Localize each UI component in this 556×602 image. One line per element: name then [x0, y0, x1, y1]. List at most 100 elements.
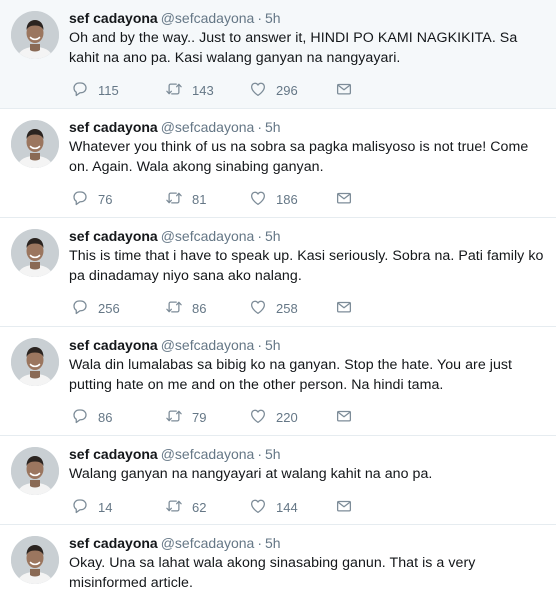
retweet-icon	[165, 407, 183, 428]
user-handle[interactable]: @sefcadayona	[161, 446, 255, 462]
reply-icon	[71, 80, 89, 101]
tweet-actions: 86 79 220	[71, 407, 353, 427]
like-button[interactable]: 296	[249, 80, 335, 101]
user-handle[interactable]: @sefcadayona	[161, 10, 255, 26]
reply-icon	[71, 189, 89, 210]
user-handle[interactable]: @sefcadayona	[161, 337, 255, 353]
heart-icon	[249, 298, 267, 319]
retweet-count: 62	[192, 499, 207, 515]
like-button[interactable]: 186	[249, 189, 335, 210]
avatar[interactable]	[11, 338, 59, 386]
like-count: 258	[276, 300, 298, 316]
reply-count: 256	[98, 300, 120, 316]
envelope-icon	[335, 497, 353, 518]
reply-icon	[71, 407, 89, 428]
tweet-actions: 115 143 296	[71, 80, 353, 100]
heart-icon	[249, 80, 267, 101]
tweet-text: This is time that i have to speak up. Ka…	[69, 248, 544, 284]
direct-message-button[interactable]	[335, 189, 353, 210]
retweet-icon	[165, 80, 183, 101]
tweet[interactable]: sef cadayona @sefcadayona · 5h Whatever you…	[0, 109, 556, 218]
retweet-button[interactable]: 143	[165, 80, 249, 101]
separator: ·	[257, 10, 262, 26]
envelope-icon	[335, 189, 353, 210]
retweet-count: 79	[192, 409, 207, 425]
separator: ·	[257, 228, 262, 244]
tweet-actions: 256 86 258	[71, 298, 353, 318]
like-count: 296	[276, 82, 298, 98]
timestamp[interactable]: 5h	[265, 10, 281, 26]
separator: ·	[257, 119, 262, 135]
retweet-count: 143	[192, 82, 214, 98]
reply-button[interactable]: 14	[71, 497, 165, 518]
direct-message-button[interactable]	[335, 298, 353, 319]
reply-button[interactable]: 256	[71, 298, 165, 319]
tweet-feed: sef cadayona @sefcadayona · 5h Oh and by th…	[0, 0, 556, 602]
user-handle[interactable]: @sefcadayona	[161, 535, 255, 551]
retweet-icon	[165, 298, 183, 319]
avatar[interactable]	[11, 11, 59, 59]
reply-count: 14	[98, 499, 113, 515]
reply-icon	[71, 497, 89, 518]
direct-message-button[interactable]	[335, 80, 353, 101]
reply-count: 115	[98, 82, 119, 98]
retweet-button[interactable]: 81	[165, 189, 249, 210]
retweet-button[interactable]: 86	[165, 298, 249, 319]
tweet-header: sef cadayona @sefcadayona · 5h	[69, 9, 548, 27]
direct-message-button[interactable]	[335, 497, 353, 518]
tweet[interactable]: sef cadayona @sefcadayona · 5h This is time…	[0, 218, 556, 327]
heart-icon	[249, 407, 267, 428]
like-count: 144	[276, 499, 298, 515]
tweet-text: Okay. Una sa lahat wala akong sinasabing…	[69, 555, 476, 591]
display-name[interactable]: sef cadayona	[69, 535, 158, 551]
user-handle[interactable]: @sefcadayona	[161, 228, 255, 244]
display-name[interactable]: sef cadayona	[69, 119, 158, 135]
avatar[interactable]	[11, 120, 59, 168]
heart-icon	[249, 497, 267, 518]
user-handle[interactable]: @sefcadayona	[161, 119, 255, 135]
retweet-icon	[165, 189, 183, 210]
tweet[interactable]: sef cadayona @sefcadayona · 5h Wala din lum…	[0, 327, 556, 436]
timestamp[interactable]: 5h	[265, 337, 281, 353]
reply-count: 86	[98, 409, 113, 425]
timestamp[interactable]: 5h	[265, 119, 281, 135]
envelope-icon	[335, 407, 353, 428]
direct-message-button[interactable]	[335, 407, 353, 428]
like-button[interactable]: 258	[249, 298, 335, 319]
avatar[interactable]	[11, 447, 59, 495]
display-name[interactable]: sef cadayona	[69, 10, 158, 26]
tweet[interactable]: sef cadayona @sefcadayona · 5h Walang ganya…	[0, 436, 556, 525]
retweet-button[interactable]: 62	[165, 497, 249, 518]
display-name[interactable]: sef cadayona	[69, 228, 158, 244]
retweet-icon	[165, 497, 183, 518]
reply-icon	[71, 298, 89, 319]
retweet-count: 86	[192, 300, 207, 316]
tweet-text: Walang ganyan na nangyayari at walang ka…	[69, 466, 433, 482]
avatar[interactable]	[11, 536, 59, 584]
tweet-header: sef cadayona @sefcadayona · 5h	[69, 118, 548, 136]
avatar[interactable]	[11, 229, 59, 277]
display-name[interactable]: sef cadayona	[69, 446, 158, 462]
tweet-text: Wala din lumalabas sa bibig ko na ganyan…	[69, 357, 513, 393]
reply-count: 76	[98, 191, 113, 207]
separator: ·	[257, 535, 262, 551]
like-button[interactable]: 144	[249, 497, 335, 518]
envelope-icon	[335, 80, 353, 101]
reply-button[interactable]: 115	[71, 80, 165, 101]
reply-button[interactable]: 76	[71, 189, 165, 210]
envelope-icon	[335, 298, 353, 319]
heart-icon	[249, 189, 267, 210]
separator: ·	[257, 446, 262, 462]
like-count: 186	[276, 191, 298, 207]
timestamp[interactable]: 5h	[265, 446, 281, 462]
timestamp[interactable]: 5h	[265, 228, 281, 244]
tweet[interactable]: sef cadayona @sefcadayona · 5h Oh and by th…	[0, 0, 556, 109]
like-button[interactable]: 220	[249, 407, 335, 428]
reply-button[interactable]: 86	[71, 407, 165, 428]
tweet-header: sef cadayona @sefcadayona · 5h	[69, 534, 548, 552]
like-count: 220	[276, 409, 298, 425]
timestamp[interactable]: 5h	[265, 535, 281, 551]
display-name[interactable]: sef cadayona	[69, 337, 158, 353]
retweet-button[interactable]: 79	[165, 407, 249, 428]
tweet[interactable]: sef cadayona @sefcadayona · 5h Okay. Una sa…	[0, 525, 556, 602]
